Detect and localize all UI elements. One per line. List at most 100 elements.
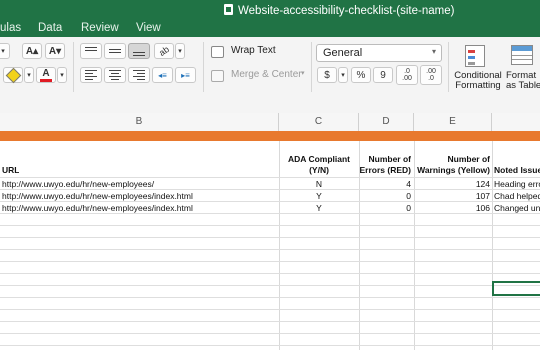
column-header-b[interactable]: B [0,113,279,131]
font-color-button[interactable]: A [36,67,56,83]
header-errors[interactable]: Number of Errors (RED) [359,154,411,176]
decrease-font-size-button[interactable]: A▾ [45,43,65,59]
header-warnings[interactable]: Number of Warnings (Yellow) [414,154,490,176]
align-middle-icon [109,49,121,53]
warnings-cell[interactable]: 124 [414,179,490,189]
excel-document-icon [224,4,233,15]
merge-center-dropdown-icon: ▾ [301,70,305,77]
grid-col-line [492,141,493,350]
wrap-text-icon [211,46,224,58]
url-cell[interactable]: http://www.uwyo.edu/hr/new-employees/ [2,179,278,189]
column-header-c[interactable]: C [279,113,359,131]
comma-style-button[interactable]: 9 [373,67,393,83]
align-left-icon [85,70,97,80]
window-title-text: Website-accessibility-checklist-(site-na… [238,5,455,17]
grid-row-line [0,237,540,238]
font-color-dropdown[interactable]: ▾ [57,67,67,83]
warnings-cell[interactable]: 106 [414,203,490,213]
paint-bucket-icon [5,67,21,83]
wrap-text-label: Wrap Text [231,45,276,56]
menu-formulas[interactable]: ulas [0,22,21,34]
grid-row-line [0,309,540,310]
number-format-dropdown[interactable]: General ▾ [316,44,442,62]
errors-cell[interactable]: 0 [359,191,411,201]
conditional-formatting-label: Conditional Formatting [454,70,502,91]
increase-indent-icon: ▸≡ [181,70,190,80]
grid-row-line [0,249,540,250]
orientation-button[interactable]: ab [154,43,174,59]
currency-button[interactable]: $ [317,67,337,83]
align-center-button[interactable] [104,67,126,83]
column-header-f[interactable] [492,113,540,131]
align-right-icon [133,70,145,80]
column-header-e[interactable]: E [414,113,492,131]
align-left-button[interactable] [80,67,102,83]
ada-cell[interactable]: Y [279,203,359,213]
issues-cell[interactable]: Changed und [494,203,540,213]
decrease-indent-button[interactable]: ◂≡ [152,67,173,83]
merge-center-label: Merge & Center [231,69,302,80]
format-as-table-button[interactable]: Format as Table [503,41,540,93]
title-bar: ulas Data Review View Website-accessibil… [0,0,540,37]
align-bottom-icon [133,51,145,56]
conditional-formatting-icon [465,45,485,67]
conditional-formatting-button[interactable]: Conditional Formatting [453,41,503,93]
grid-row-line [0,297,540,298]
url-cell[interactable]: http://www.uwyo.edu/hr/new-employees/ind… [2,191,278,201]
orientation-icon: ab [157,44,171,58]
header-noted-issues[interactable]: Noted Issue [494,165,540,176]
menu-data[interactable]: Data [38,22,62,34]
window-title: Website-accessibility-checklist-(site-na… [224,4,454,17]
grid-row-line [0,189,540,190]
ribbon-separator [203,42,204,92]
header-url[interactable]: URL [2,165,19,176]
errors-cell[interactable]: 0 [359,203,411,213]
align-top-button[interactable] [80,43,102,59]
ada-cell[interactable]: N [279,179,359,189]
grid-row-line [0,321,540,322]
grid-row-line [0,201,540,202]
format-as-table-icon [511,45,533,65]
percent-button[interactable]: % [351,67,371,83]
currency-dropdown[interactable]: ▾ [338,67,348,83]
decrease-decimal-button[interactable]: .00 .0 [420,65,442,85]
warnings-cell[interactable]: 107 [414,191,490,201]
ribbon-separator [448,42,449,92]
merge-center-button[interactable]: Merge & Center ▾ [211,69,311,83]
header-ada-compliant[interactable]: ADA Compliant (Y/N) [279,154,359,176]
wrap-text-button[interactable]: Wrap Text [211,45,281,59]
menu-view[interactable]: View [136,22,161,34]
grid-row-line [0,177,540,178]
selected-cell[interactable] [492,281,540,296]
align-top-icon [85,47,97,51]
fill-color-button[interactable] [3,67,23,83]
font-size-dropdown[interactable]: ▾ [0,43,10,59]
number-format-value: General [323,47,363,59]
column-header-d[interactable]: D [359,113,414,131]
grid-row-line [0,345,540,346]
menu-review[interactable]: Review [81,22,119,34]
increase-indent-button[interactable]: ▸≡ [175,67,196,83]
orientation-dropdown[interactable]: ▾ [175,43,185,59]
grid-row-line [0,285,540,286]
ribbon-separator [311,42,312,92]
grid-row-line [0,261,540,262]
fill-color-dropdown[interactable]: ▾ [24,67,34,83]
url-cell[interactable]: http://www.uwyo.edu/hr/new-employees/ind… [2,203,278,213]
grid-row-line [0,273,540,274]
format-as-table-label: Format as Table [506,70,540,91]
font-color-bar [40,78,52,82]
ada-cell[interactable]: Y [279,191,359,201]
decrease-indent-icon: ◂≡ [158,70,167,80]
issues-cell[interactable]: Heading erro [494,179,540,189]
grid-row-line [0,213,540,214]
ribbon-separator [73,42,74,92]
align-right-button[interactable] [128,67,150,83]
errors-cell[interactable]: 4 [359,179,411,189]
align-middle-button[interactable] [104,43,126,59]
orange-header-band [0,131,540,141]
align-bottom-button[interactable] [128,43,150,59]
issues-cell[interactable]: Chad helped [494,191,540,201]
increase-decimal-button[interactable]: .0 .00 [396,65,418,85]
increase-font-size-button[interactable]: A▴ [22,43,42,59]
